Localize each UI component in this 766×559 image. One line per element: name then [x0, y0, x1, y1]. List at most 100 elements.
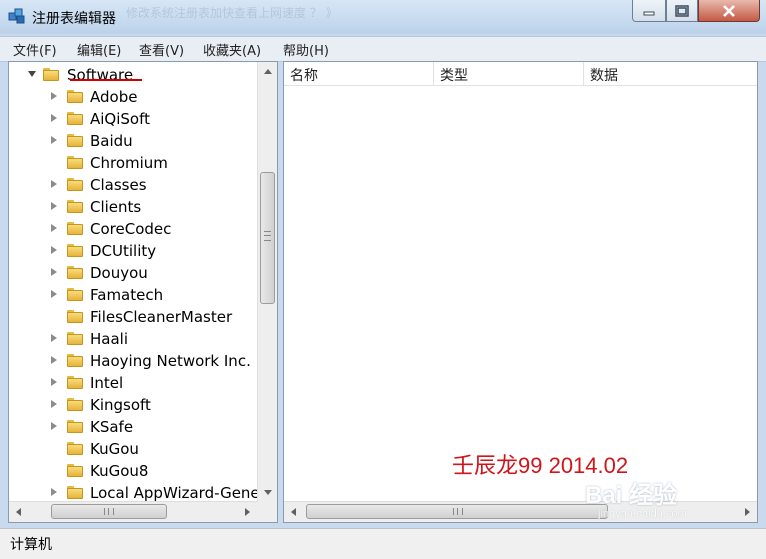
- expand-arrow-icon[interactable]: [51, 488, 57, 496]
- folder-icon: [67, 222, 83, 235]
- expand-arrow-icon[interactable]: [51, 180, 57, 188]
- folder-icon: [67, 376, 83, 389]
- tree-item[interactable]: Famatech: [9, 284, 259, 306]
- expand-arrow-icon[interactable]: [51, 114, 57, 122]
- tree-item[interactable]: Kingsoft: [9, 394, 259, 416]
- folder-icon: [67, 464, 83, 477]
- menu-bar: 文件(F) 编辑(E) 查看(V) 收藏夹(A) 帮助(H): [0, 36, 766, 62]
- tree-item-label: Clients: [90, 198, 142, 216]
- tree-item-label: Baidu: [90, 132, 133, 150]
- maximize-button[interactable]: [666, 0, 698, 22]
- column-header-label: 数据: [590, 68, 618, 84]
- tree-item[interactable]: Adobe: [9, 86, 259, 108]
- close-button[interactable]: [698, 0, 760, 22]
- column-header-data[interactable]: 数据: [584, 62, 757, 86]
- folder-icon: [67, 266, 83, 279]
- menu-help[interactable]: 帮助(H): [283, 40, 329, 59]
- window-title: 注册表编辑器: [32, 11, 116, 27]
- tree-item-label: Famatech: [90, 286, 164, 304]
- tree-item[interactable]: CoreCodec: [9, 218, 259, 240]
- tree-item-label: Intel: [90, 374, 124, 392]
- scroll-thumb[interactable]: [51, 504, 167, 519]
- registry-editor-icon: [8, 8, 25, 24]
- tree-vertical-scrollbar[interactable]: [257, 62, 277, 502]
- scroll-right-arrow-icon[interactable]: [245, 508, 250, 516]
- status-bar: 计算机: [0, 528, 766, 559]
- status-path: 计算机: [10, 537, 52, 553]
- column-header-label: 类型: [440, 68, 468, 84]
- grip-icon: [104, 508, 114, 515]
- scroll-up-arrow-icon[interactable]: [264, 69, 272, 74]
- tree-item-software[interactable]: Software: [9, 64, 259, 86]
- tree-item-label: KuGou8: [90, 462, 149, 480]
- tree-item[interactable]: KuGou: [9, 438, 259, 460]
- tree-item[interactable]: Intel: [9, 372, 259, 394]
- tree-item-label: Software: [67, 66, 134, 84]
- scroll-thumb[interactable]: [260, 172, 275, 304]
- expand-arrow-icon[interactable]: [51, 202, 57, 210]
- expand-arrow-icon[interactable]: [51, 246, 57, 254]
- scroll-thumb[interactable]: [306, 504, 608, 519]
- tree-item-label: Haoying Network Inc.: [90, 352, 251, 370]
- registry-editor-window: 注册表编辑器 修改系统注册表加快查看上网速度 ？ 》 文件(F) 编辑(E) 查…: [0, 0, 766, 559]
- tree-item[interactable]: FilesCleanerMaster: [9, 306, 259, 328]
- expand-arrow-icon[interactable]: [51, 334, 57, 342]
- expand-arrow-icon[interactable]: [51, 136, 57, 144]
- tree-item-label: FilesCleanerMaster: [90, 308, 233, 326]
- expand-arrow-icon[interactable]: [51, 224, 57, 232]
- grip-icon: [264, 231, 271, 241]
- collapse-arrow-icon[interactable]: [28, 71, 36, 77]
- folder-icon: [67, 486, 83, 499]
- expand-arrow-icon[interactable]: [51, 356, 57, 364]
- menu-view[interactable]: 查看(V): [139, 40, 184, 59]
- tree-item-label: Douyou: [90, 264, 148, 282]
- folder-icon: [43, 68, 59, 81]
- tree-item[interactable]: AiQiSoft: [9, 108, 259, 130]
- menu-favorites[interactable]: 收藏夹(A): [203, 40, 261, 59]
- folder-icon: [67, 354, 83, 367]
- tree-item[interactable]: KuGou8: [9, 460, 259, 482]
- expand-arrow-icon[interactable]: [51, 378, 57, 386]
- tree-item[interactable]: Douyou: [9, 262, 259, 284]
- scroll-down-arrow-icon[interactable]: [264, 490, 272, 495]
- tree-item-label: Adobe: [90, 88, 138, 106]
- baidu-jingyan-logo: Bai 经验: [585, 482, 678, 509]
- restore-icon: [675, 4, 689, 17]
- tree-item[interactable]: Chromium: [9, 152, 259, 174]
- tree-item-label: Kingsoft: [90, 396, 151, 414]
- title-bar[interactable]: 注册表编辑器 修改系统注册表加快查看上网速度 ？ 》: [0, 0, 766, 34]
- tree-item[interactable]: KSafe: [9, 416, 259, 438]
- tree-item[interactable]: Baidu: [9, 130, 259, 152]
- scroll-left-arrow-icon[interactable]: [291, 508, 296, 516]
- background-ghost-text: 修改系统注册表加快查看上网速度 ？ 》: [126, 6, 338, 20]
- tree-item[interactable]: Clients: [9, 196, 259, 218]
- tree-item[interactable]: Classes: [9, 174, 259, 196]
- column-header-type[interactable]: 类型: [434, 62, 584, 86]
- menu-edit[interactable]: 编辑(E): [77, 40, 121, 59]
- folder-icon: [67, 200, 83, 213]
- folder-icon: [67, 90, 83, 103]
- tree-item-label: Haali: [90, 330, 128, 348]
- expand-arrow-icon[interactable]: [51, 290, 57, 298]
- column-header-name[interactable]: 名称: [284, 62, 434, 86]
- close-icon: [723, 4, 735, 17]
- folder-icon: [67, 178, 83, 191]
- scroll-left-arrow-icon[interactable]: [16, 508, 21, 516]
- tree-item[interactable]: Haali: [9, 328, 259, 350]
- folder-icon: [67, 156, 83, 169]
- folder-icon: [67, 244, 83, 257]
- scroll-right-arrow-icon[interactable]: [745, 508, 750, 516]
- expand-arrow-icon[interactable]: [51, 422, 57, 430]
- menu-file[interactable]: 文件(F): [13, 40, 57, 59]
- tree-item[interactable]: DCUtility: [9, 240, 259, 262]
- expand-arrow-icon[interactable]: [51, 400, 57, 408]
- expand-arrow-icon[interactable]: [51, 92, 57, 100]
- tree-item-label: CoreCodec: [90, 220, 172, 238]
- minimize-button[interactable]: [632, 0, 666, 22]
- expand-arrow-icon[interactable]: [51, 268, 57, 276]
- minimize-icon: [643, 11, 655, 15]
- tree-item[interactable]: Haoying Network Inc.: [9, 350, 259, 372]
- scrollbar-corner: [257, 502, 277, 522]
- tree-horizontal-scrollbar[interactable]: [9, 501, 257, 522]
- folder-icon: [67, 310, 83, 323]
